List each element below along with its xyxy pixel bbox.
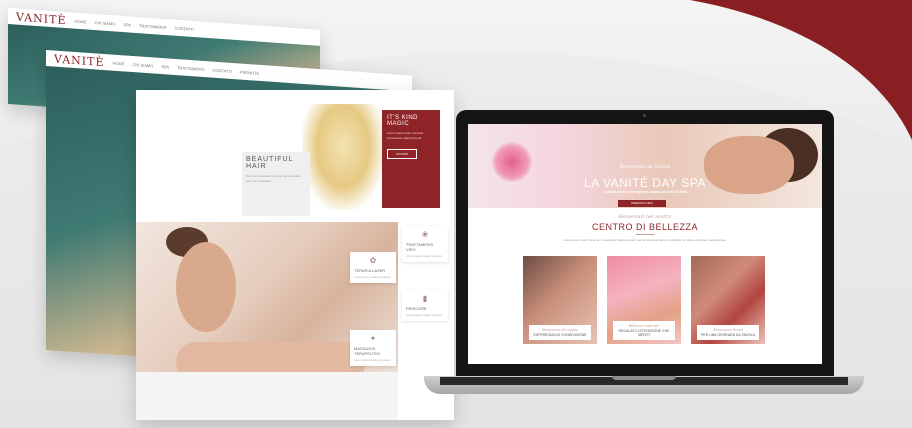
- nav-item[interactable]: HOME: [74, 18, 86, 24]
- service-card[interactable]: ❀ TRATTAMENTI VISO Lorem ipsum dolor sit…: [402, 226, 448, 262]
- section-title: CENTRO DI BELLEZZA: [591, 222, 699, 232]
- service-desc: Lorem ipsum dolor sit amet: [406, 254, 443, 258]
- nav-item[interactable]: CHI SIAMO: [132, 62, 153, 68]
- bottle-icon: ▮: [422, 294, 428, 303]
- hair-text: Sed ut perspiciatis unde omnis iste natu…: [246, 174, 301, 183]
- hero-description: un posto dove le tue esigenze saranno al…: [602, 190, 688, 194]
- service-card[interactable]: ▮ PEDICURE Lorem ipsum dolor sit amet: [402, 290, 448, 321]
- massage-icon: ✦: [369, 334, 377, 343]
- card-title: REGALATI L'ATTENZIONE CHE MERITI: [618, 329, 670, 337]
- blonde-hair-image: [302, 104, 384, 210]
- showcase-stage: VANITÈ HOME CHI SIAMO SPA TRATTAMENTI CO…: [0, 0, 912, 428]
- nav-item[interactable]: PRENOTA: [240, 69, 259, 75]
- magic-text: Lorem ipsum dolor sit amet consectetur a…: [387, 131, 424, 140]
- service-card-beauty[interactable]: Bellezza naturale REGALATI L'ATTENZIONE …: [607, 256, 681, 344]
- card-title: ESPERIENZA DI CONDIVISIONE: [533, 333, 587, 337]
- card-caption: Benessere di coppia ESPERIENZA DI CONDIV…: [529, 325, 591, 340]
- hair-title: BEAUTIFUL HAIR: [246, 156, 294, 170]
- laptop-display: Benvenuti da Vanitè LA VANITÉ DAY SPA un…: [468, 124, 822, 364]
- nav-item[interactable]: TRATTAMENTI: [177, 65, 204, 72]
- hero-subtitle: Benvenuti da Vanitè: [619, 164, 671, 170]
- beautiful-hair-card: BEAUTIFUL HAIR Sed ut perspiciatis unde …: [242, 152, 310, 216]
- card-caption: Benessere bimbi PER UNA GIORNATA DA FAVO…: [697, 325, 759, 340]
- webcam: [643, 114, 646, 117]
- card-title: PER UNA GIORNATA DA FAVOLA: [701, 333, 755, 337]
- service-cards: Benessere di coppia ESPERIENZA DI CONDIV…: [523, 256, 767, 344]
- nav-item[interactable]: SPA: [161, 64, 169, 70]
- hero-title: LA VANITÉ DAY SPA: [584, 176, 706, 190]
- towel: [136, 372, 398, 420]
- service-title: PEDICURE: [406, 306, 427, 311]
- service-card[interactable]: ✦ MASSAGGI TERAPEUTICI Lorem ipsum dolor…: [350, 330, 396, 366]
- lotus-icon: ❀: [421, 230, 429, 239]
- magic-card: IT'S KIND MAGIC Lorem ipsum dolor sit am…: [382, 110, 440, 208]
- nav-item[interactable]: SPA: [123, 22, 131, 28]
- section-description: Lorem ipsum dolor sit amet, consectetur …: [563, 238, 727, 242]
- section-subtitle: Benvenuti nel nostro: [618, 214, 672, 220]
- card-script: Bellezza naturale: [628, 324, 660, 328]
- nav-item[interactable]: CHI SIAMO: [94, 20, 115, 26]
- service-card-couple[interactable]: Benessere di coppia ESPERIENZA DI CONDIV…: [523, 256, 597, 344]
- nav-item[interactable]: TRATTAMENTI: [139, 23, 166, 30]
- magic-title: IT'S KIND MAGIC: [387, 115, 418, 127]
- service-desc: Lorem ipsum dolor sit amet: [354, 358, 391, 362]
- service-title: MASSAGGI TERAPEUTICI: [354, 346, 381, 356]
- service-title: TERAPIA LASER: [354, 268, 386, 273]
- book-now-button[interactable]: PRENOTA ORA: [618, 200, 666, 207]
- nav-item[interactable]: CONTATTI: [175, 25, 194, 31]
- nav-item[interactable]: HOME: [112, 60, 124, 66]
- laptop-screen: Benvenuti da Vanitè LA VANITÉ DAY SPA un…: [456, 110, 834, 378]
- lid-notch: [612, 376, 676, 380]
- service-card[interactable]: ✿ TERAPIA LASER Lorem ipsum dolor sit am…: [350, 252, 396, 283]
- card-script: Benessere di coppia: [542, 328, 578, 332]
- magic-button[interactable]: SCOPRI: [387, 149, 417, 159]
- website-preview-front: BEAUTIFUL HAIR Sed ut perspiciatis unde …: [136, 90, 454, 420]
- woman-head: [176, 242, 236, 332]
- service-title: TRATTAMENTI VISO: [406, 242, 434, 252]
- service-card-kids[interactable]: Benessere bimbi PER UNA GIORNATA DA FAVO…: [691, 256, 765, 344]
- section-divider: [636, 234, 654, 235]
- service-desc: Lorem ipsum dolor sit amet: [354, 275, 391, 279]
- leaf-icon: ✿: [369, 256, 377, 265]
- service-desc: Lorem ipsum dolor sit amet: [406, 313, 443, 317]
- card-caption: Bellezza naturale REGALATI L'ATTENZIONE …: [613, 321, 675, 340]
- card-script: Benessere bimbi: [713, 328, 743, 332]
- nav-item[interactable]: CONTATTI: [213, 67, 232, 73]
